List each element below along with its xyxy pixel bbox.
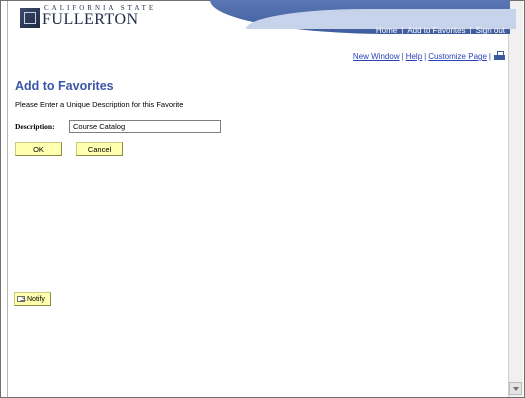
top-nav-links: Home | Add to Favorites | Sign out [372,26,509,35]
scroll-down-arrow[interactable] [509,382,522,395]
instructions-text: Please Enter a Unique Description for th… [15,100,184,109]
customize-page-link[interactable]: Customize Page [426,52,489,61]
sign-out-link[interactable]: Sign out [472,26,509,35]
utility-links: New Window | Help | Customize Page | [351,51,505,62]
separator: | [488,52,491,61]
help-link[interactable]: Help [404,52,424,61]
cancel-button[interactable]: Cancel [76,142,123,156]
description-label: Description: [15,122,55,131]
vertical-scrollbar[interactable] [508,1,523,397]
university-logo: CALIFORNIA STATE FULLERTON [20,5,156,31]
notify-label: Notify [27,295,45,303]
envelope-icon [17,296,25,302]
notify-button[interactable]: Notify [14,292,51,306]
ok-button[interactable]: OK [15,142,62,156]
new-window-link[interactable]: New Window [351,52,402,61]
add-to-favorites-link[interactable]: Add to Favorites [403,26,469,35]
home-link[interactable]: Home [372,26,401,35]
print-icon[interactable] [494,51,505,62]
page-title: Add to Favorites [15,79,114,93]
logo-name-text: FULLERTON [42,11,139,28]
logo-mark-icon [20,8,40,28]
description-input[interactable] [69,120,221,133]
